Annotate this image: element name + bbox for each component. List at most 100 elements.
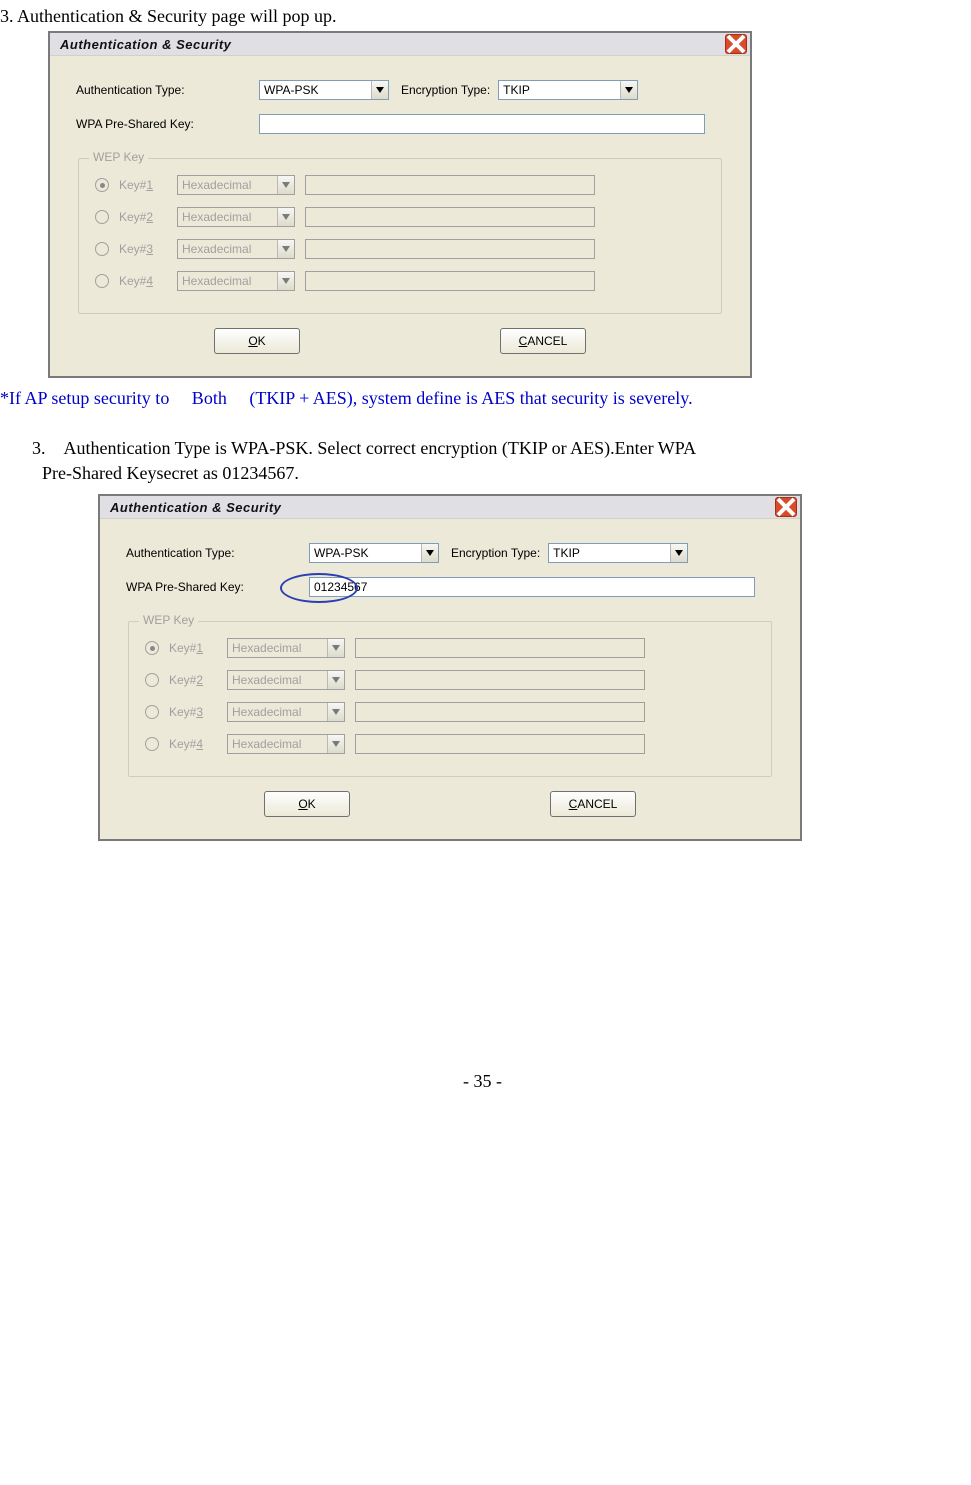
wep-format-value: Hexadecimal (232, 737, 301, 751)
chevron-down-icon (327, 639, 344, 657)
radio-disabled (145, 737, 159, 751)
cancel-button[interactable]: CANCEL (550, 791, 636, 817)
wep-format-select: Hexadecimal (177, 175, 295, 195)
psk-input[interactable]: 01234567 (309, 577, 755, 597)
psk-label: WPA Pre-Shared Key: (126, 580, 301, 594)
auth-type-select[interactable]: WPA-PSK (259, 80, 389, 100)
radio-disabled (145, 673, 159, 687)
wep-format-select: Hexadecimal (227, 734, 345, 754)
radio-disabled (95, 178, 109, 192)
page-number: - 35 - (0, 1071, 965, 1092)
chevron-down-icon (371, 81, 388, 99)
wep-format-select: Hexadecimal (227, 670, 345, 690)
ok-button[interactable]: OK (264, 791, 350, 817)
wep-key-label: Key#1 (119, 178, 167, 192)
chevron-down-icon (421, 544, 438, 562)
close-icon[interactable] (725, 34, 747, 54)
wep-value-input (305, 175, 595, 195)
wep-key-label: Key#2 (119, 210, 167, 224)
wep-value-input (355, 702, 645, 722)
step3-line2: Pre-Shared Keysecret as 01234567. (42, 463, 965, 484)
chevron-down-icon (327, 703, 344, 721)
auth-security-dialog: Authentication & Security Authentication… (98, 494, 802, 841)
close-icon[interactable] (775, 497, 797, 517)
auth-type-value: WPA-PSK (264, 83, 318, 97)
wep-format-value: Hexadecimal (232, 641, 301, 655)
wep-value-input (355, 638, 645, 658)
wep-format-select: Hexadecimal (177, 207, 295, 227)
wep-row-2: Key#2 Hexadecimal (95, 207, 705, 227)
wep-groupbox: WEP Key Key#1 Hexadecimal Key#2 Hexadeci… (78, 158, 722, 314)
wep-format-select: Hexadecimal (177, 239, 295, 259)
dialog-screenshot-1: Authentication & Security Authentication… (48, 31, 965, 378)
wep-key-label: Key#1 (169, 641, 217, 655)
psk-row: WPA Pre-Shared Key: (76, 114, 724, 134)
chevron-down-icon (670, 544, 687, 562)
radio-disabled (145, 641, 159, 655)
wep-format-value: Hexadecimal (182, 242, 251, 256)
wep-format-value: Hexadecimal (182, 210, 251, 224)
wep-value-input (305, 239, 595, 259)
wep-row-3: Key#3 Hexadecimal (95, 239, 705, 259)
enc-type-label: Encryption Type: (401, 83, 490, 97)
chevron-down-icon (277, 272, 294, 290)
auth-type-value: WPA-PSK (314, 546, 368, 560)
auth-row: Authentication Type: WPA-PSK Encryption … (76, 80, 724, 100)
wep-row-1: Key#1 Hexadecimal (95, 175, 705, 195)
wep-key-label: Key#4 (119, 274, 167, 288)
wep-row-4: Key#4 Hexadecimal (95, 271, 705, 291)
dialog-titlebar: Authentication & Security (100, 496, 800, 519)
wep-row-2: Key#2 Hexadecimal (145, 670, 755, 690)
auth-type-select[interactable]: WPA-PSK (309, 543, 439, 563)
wep-format-value: Hexadecimal (182, 274, 251, 288)
enc-type-select[interactable]: TKIP (548, 543, 688, 563)
auth-type-label: Authentication Type: (126, 546, 301, 560)
wep-value-input (355, 734, 645, 754)
chevron-down-icon (327, 671, 344, 689)
auth-row: Authentication Type: WPA-PSK Encryption … (126, 543, 774, 563)
enc-type-select[interactable]: TKIP (498, 80, 638, 100)
intro-text: 3. Authentication & Security page will p… (0, 6, 965, 27)
dialog-button-row: OK CANCEL (126, 791, 774, 817)
step3-line1: 3. Authentication Type is WPA-PSK. Selec… (32, 438, 965, 459)
chevron-down-icon (277, 208, 294, 226)
dialog-button-row: OK CANCEL (76, 328, 724, 354)
wep-group-title: WEP Key (139, 613, 198, 627)
radio-disabled (145, 705, 159, 719)
wep-format-value: Hexadecimal (232, 705, 301, 719)
dialog-title: Authentication & Security (110, 500, 281, 515)
enc-type-value: TKIP (553, 546, 580, 560)
dialog-titlebar: Authentication & Security (50, 33, 750, 56)
radio-disabled (95, 274, 109, 288)
chevron-down-icon (327, 735, 344, 753)
wep-row-1: Key#1 Hexadecimal (145, 638, 755, 658)
wep-value-input (305, 271, 595, 291)
wep-key-label: Key#3 (119, 242, 167, 256)
wep-groupbox: WEP Key Key#1 Hexadecimal Key#2 Hexadeci… (128, 621, 772, 777)
enc-type-label: Encryption Type: (451, 546, 540, 560)
enc-type-value: TKIP (503, 83, 530, 97)
wep-format-select: Hexadecimal (227, 702, 345, 722)
wep-format-select: Hexadecimal (177, 271, 295, 291)
dialog-body: Authentication Type: WPA-PSK Encryption … (100, 519, 800, 839)
psk-label: WPA Pre-Shared Key: (76, 117, 251, 131)
wep-format-value: Hexadecimal (182, 178, 251, 192)
wep-format-value: Hexadecimal (232, 673, 301, 687)
radio-disabled (95, 210, 109, 224)
chevron-down-icon (277, 176, 294, 194)
psk-input[interactable] (259, 114, 705, 134)
wep-value-input (305, 207, 595, 227)
wep-format-select: Hexadecimal (227, 638, 345, 658)
ok-button[interactable]: OK (214, 328, 300, 354)
auth-type-label: Authentication Type: (76, 83, 251, 97)
auth-security-dialog: Authentication & Security Authentication… (48, 31, 752, 378)
wep-key-label: Key#3 (169, 705, 217, 719)
note-text: *If AP setup security to Both (TKIP + AE… (0, 384, 965, 410)
psk-row: WPA Pre-Shared Key: 01234567 (126, 577, 774, 597)
dialog-body: Authentication Type: WPA-PSK Encryption … (50, 56, 750, 376)
wep-row-3: Key#3 Hexadecimal (145, 702, 755, 722)
chevron-down-icon (277, 240, 294, 258)
dialog-screenshot-2: Authentication & Security Authentication… (98, 494, 965, 841)
cancel-button[interactable]: CANCEL (500, 328, 586, 354)
wep-value-input (355, 670, 645, 690)
